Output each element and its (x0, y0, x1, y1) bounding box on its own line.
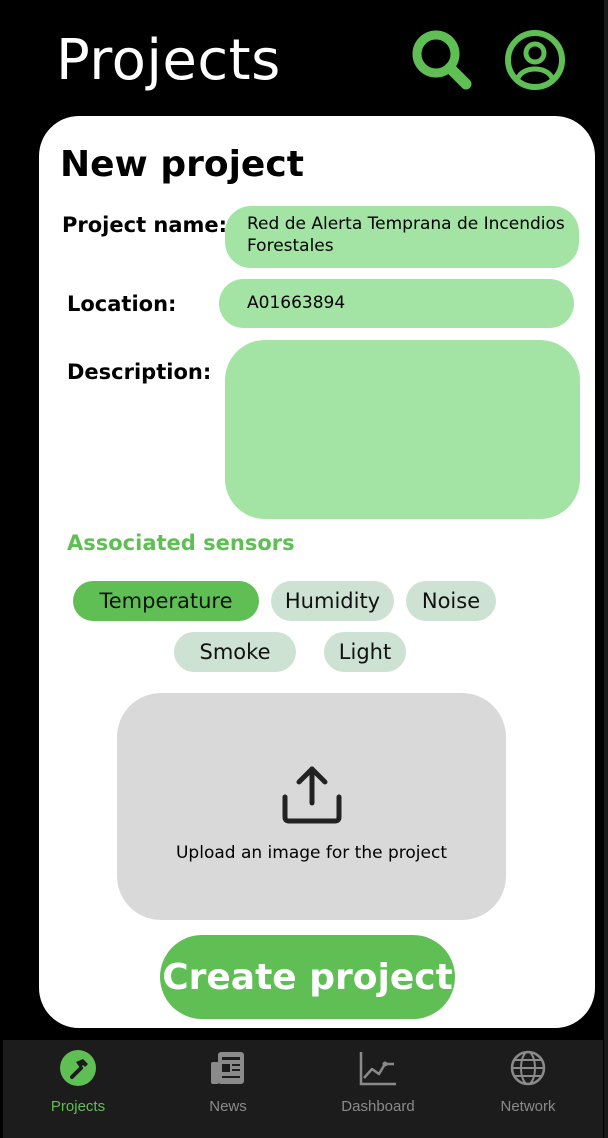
project-name-input[interactable]: Red de Alerta Temprana de Incendios Fore… (225, 206, 579, 268)
project-name-label: Project name: (62, 213, 228, 237)
page-title: Projects (56, 28, 281, 93)
sensor-chip-light[interactable]: Light (324, 632, 406, 672)
user-profile-icon[interactable] (503, 28, 567, 92)
location-label: Location: (67, 292, 177, 316)
newspaper-icon (211, 1052, 244, 1084)
nav-item-news[interactable]: News (153, 1040, 303, 1138)
nav-item-projects[interactable]: Projects (3, 1040, 153, 1138)
sensor-chip-temperature[interactable]: Temperature (73, 581, 259, 621)
sensor-chip-noise[interactable]: Noise (406, 581, 496, 621)
sensor-chip-smoke[interactable]: Smoke (174, 632, 296, 672)
create-project-button[interactable]: Create project (160, 935, 455, 1019)
nav-label-dashboard: Dashboard (341, 1098, 415, 1115)
sensor-chip-humidity[interactable]: Humidity (271, 581, 394, 621)
associated-sensors-heading: Associated sensors (67, 531, 295, 555)
line-chart-icon (359, 1052, 396, 1086)
hammer-icon (60, 1050, 96, 1086)
image-upload-area[interactable]: Upload an image for the project (117, 693, 506, 920)
location-input[interactable]: A01663894 (219, 279, 574, 328)
search-icon[interactable] (410, 28, 474, 92)
form-title: New project (60, 144, 304, 185)
new-project-card: New project Project name: Red de Alerta … (39, 116, 595, 1028)
globe-icon (510, 1050, 546, 1086)
upload-icon (282, 766, 342, 824)
nav-label-projects: Projects (50, 1098, 106, 1115)
nav-item-network[interactable]: Network (453, 1040, 603, 1138)
description-input[interactable] (225, 340, 580, 519)
nav-item-dashboard[interactable]: Dashboard (303, 1040, 453, 1138)
nav-label-network: Network (500, 1098, 556, 1115)
bottom-navigation: Projects News Dashboard Network (3, 1040, 603, 1138)
nav-label-news: News (209, 1098, 247, 1115)
description-label: Description: (67, 360, 212, 384)
upload-caption: Upload an image for the project (175, 843, 447, 863)
